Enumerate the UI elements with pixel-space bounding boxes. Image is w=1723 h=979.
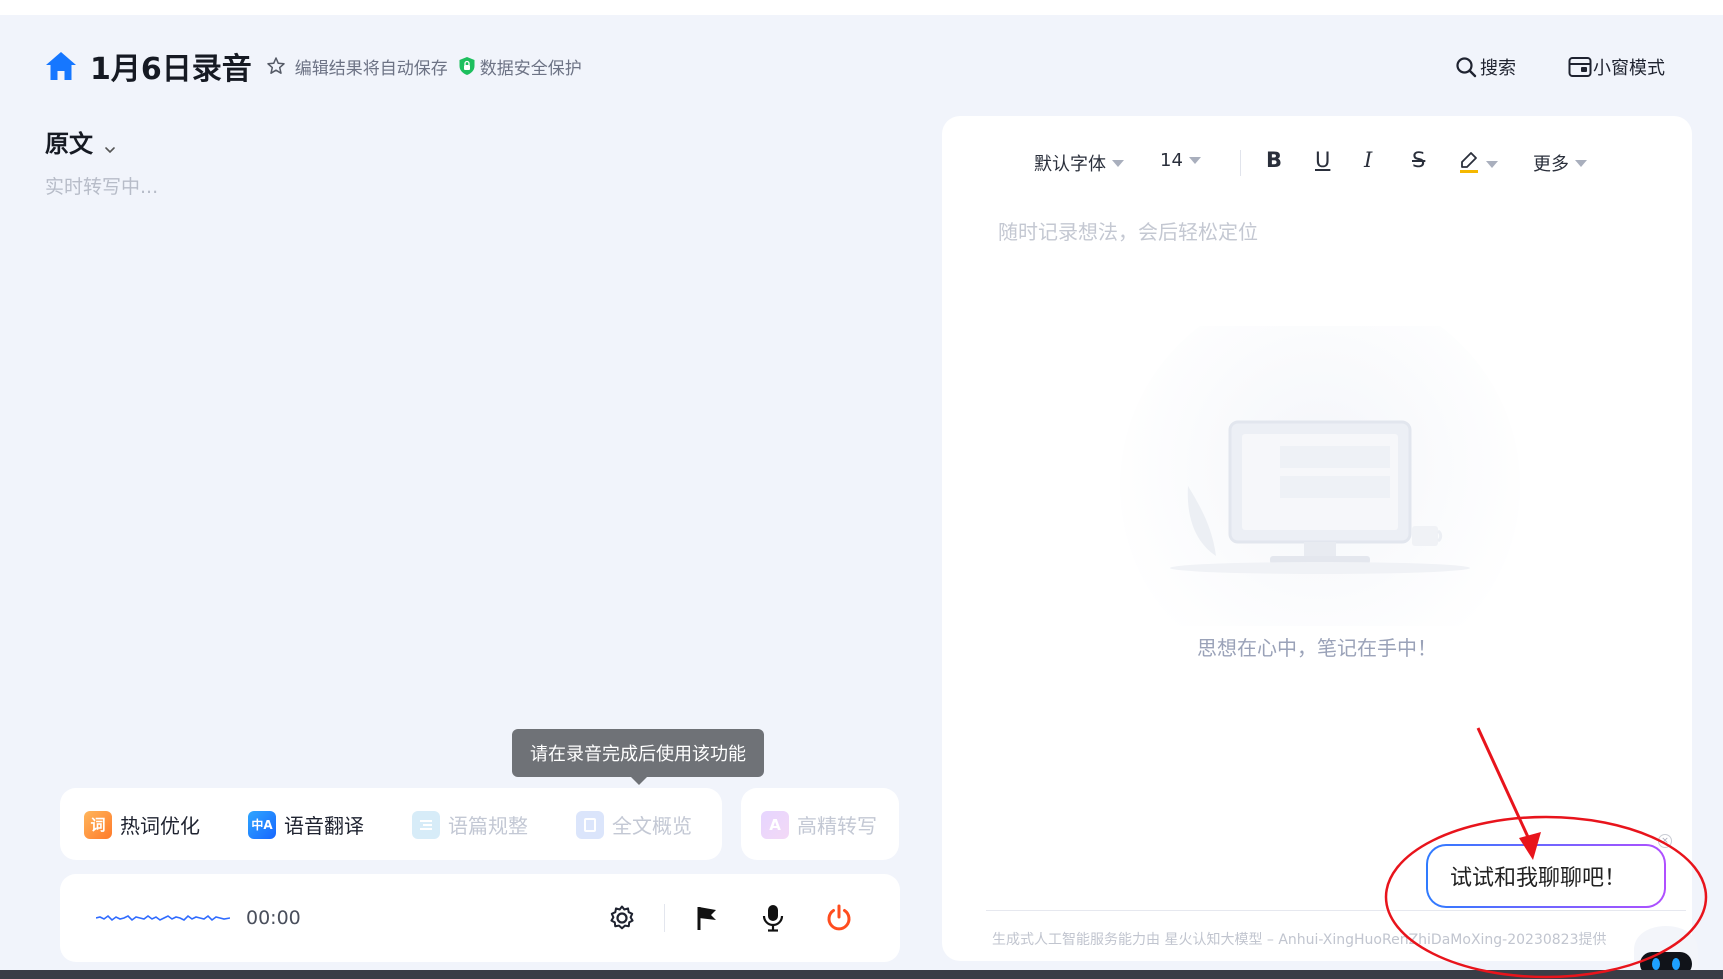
record-bar-divider xyxy=(664,904,665,932)
high-precision-box: A 高精转写 xyxy=(741,788,899,860)
microphone-icon[interactable] xyxy=(756,901,790,935)
high-precision-icon: A xyxy=(761,810,789,839)
caret-down-icon xyxy=(1188,157,1201,164)
bold-button[interactable]: B xyxy=(1266,148,1282,172)
stop-power-icon[interactable] xyxy=(822,901,856,935)
toolbar-divider xyxy=(1240,150,1241,176)
strikethrough-button[interactable]: S xyxy=(1412,148,1425,172)
more-options-button[interactable]: 更多 xyxy=(1533,150,1587,176)
hotword-label: 热词优化 xyxy=(120,814,200,838)
empty-notes-message: 思想在心中，笔记在手中！ xyxy=(1197,636,1437,660)
recording-timer: 00:00 xyxy=(246,907,301,929)
highlight-color-button[interactable] xyxy=(1458,150,1498,178)
ai-assistant-robot-icon[interactable] xyxy=(1620,920,1712,976)
settings-gear-icon[interactable] xyxy=(605,901,639,935)
source-text-label: 原文 xyxy=(45,130,93,158)
transcribing-status: 实时转写中... xyxy=(45,176,159,198)
font-size-value: 14 xyxy=(1160,150,1183,171)
full-overview-button[interactable]: 全文概览 xyxy=(576,810,692,839)
shield-icon xyxy=(458,56,476,76)
overview-icon xyxy=(576,810,604,839)
source-text-selector[interactable]: 原文 xyxy=(45,124,117,159)
small-window-button[interactable]: 小窗模式 xyxy=(1568,52,1665,82)
caret-down-icon xyxy=(1575,159,1587,167)
bottom-strip xyxy=(0,970,1723,979)
tooltip-arrow xyxy=(630,776,648,785)
page-title[interactable]: 1月6日录音 xyxy=(90,44,252,88)
search-label: 搜索 xyxy=(1480,58,1516,79)
home-icon[interactable] xyxy=(44,49,78,83)
chat-prompt-bubble[interactable]: 试试和我聊聊吧！ xyxy=(1426,844,1666,908)
hotword-icon: 词 xyxy=(84,810,112,839)
empty-notes-illustration xyxy=(1120,326,1520,626)
feature-bar: 词 热词优化 中A 语音翻译 语篇规整 全文概览 xyxy=(60,788,722,860)
notes-panel: 默认字体 14 B U I S 更多 随时记录想法，会后轻松定位 思想在心中，笔… xyxy=(942,116,1692,961)
disabled-feature-tooltip: 请在录音完成后使用该功能 xyxy=(512,729,764,777)
more-label: 更多 xyxy=(1533,154,1569,175)
flag-icon[interactable] xyxy=(690,901,724,935)
discourse-normalize-label: 语篇规整 xyxy=(448,814,528,838)
high-precision-label: 高精转写 xyxy=(797,814,877,838)
top-strip xyxy=(0,0,1723,15)
star-icon[interactable] xyxy=(266,56,286,76)
chat-prompt-text: 试试和我聊聊吧！ xyxy=(1428,846,1664,906)
footer-divider xyxy=(986,910,1686,911)
audio-waveform xyxy=(96,914,230,922)
security-label: 数据安全保护 xyxy=(479,58,582,79)
header: 1月6日录音 编辑结果将自动保存 数据安全保护 xyxy=(44,44,582,88)
search-button[interactable]: 搜索 xyxy=(1455,52,1516,82)
window-icon xyxy=(1568,56,1592,78)
search-icon xyxy=(1455,56,1477,78)
highlighter-icon xyxy=(1458,150,1480,178)
voice-translate-button[interactable]: 中A 语音翻译 xyxy=(248,810,364,839)
chevron-down-icon xyxy=(103,135,117,153)
full-overview-label: 全文概览 xyxy=(612,814,692,838)
italic-button[interactable]: I xyxy=(1364,148,1372,172)
font-size-select[interactable]: 14 xyxy=(1160,150,1201,171)
font-family-select[interactable]: 默认字体 xyxy=(1034,150,1124,176)
autosave-hint: 编辑结果将自动保存 xyxy=(294,58,448,79)
ai-service-footer: 生成式人工智能服务能力由 星火认知大模型 – Anhui-XingHuoRenZ… xyxy=(992,932,1607,948)
voice-translate-label: 语音翻译 xyxy=(284,814,364,838)
small-window-label: 小窗模式 xyxy=(1593,58,1665,79)
translate-icon: 中A xyxy=(248,810,276,839)
font-family-value: 默认字体 xyxy=(1034,154,1106,175)
close-bubble-icon[interactable]: × xyxy=(1658,834,1672,848)
caret-down-icon xyxy=(1486,160,1498,168)
caret-down-icon xyxy=(1112,159,1124,167)
record-bar: 00:00 xyxy=(60,874,900,962)
discourse-normalize-button[interactable]: 语篇规整 xyxy=(412,810,528,839)
hotword-optimize-button[interactable]: 词 热词优化 xyxy=(84,810,200,839)
notes-editor[interactable]: 随时记录想法，会后轻松定位 xyxy=(998,216,1258,245)
high-precision-transcribe-button[interactable]: A 高精转写 xyxy=(761,810,877,839)
normalize-icon xyxy=(412,810,440,839)
underline-button[interactable]: U xyxy=(1315,148,1330,172)
